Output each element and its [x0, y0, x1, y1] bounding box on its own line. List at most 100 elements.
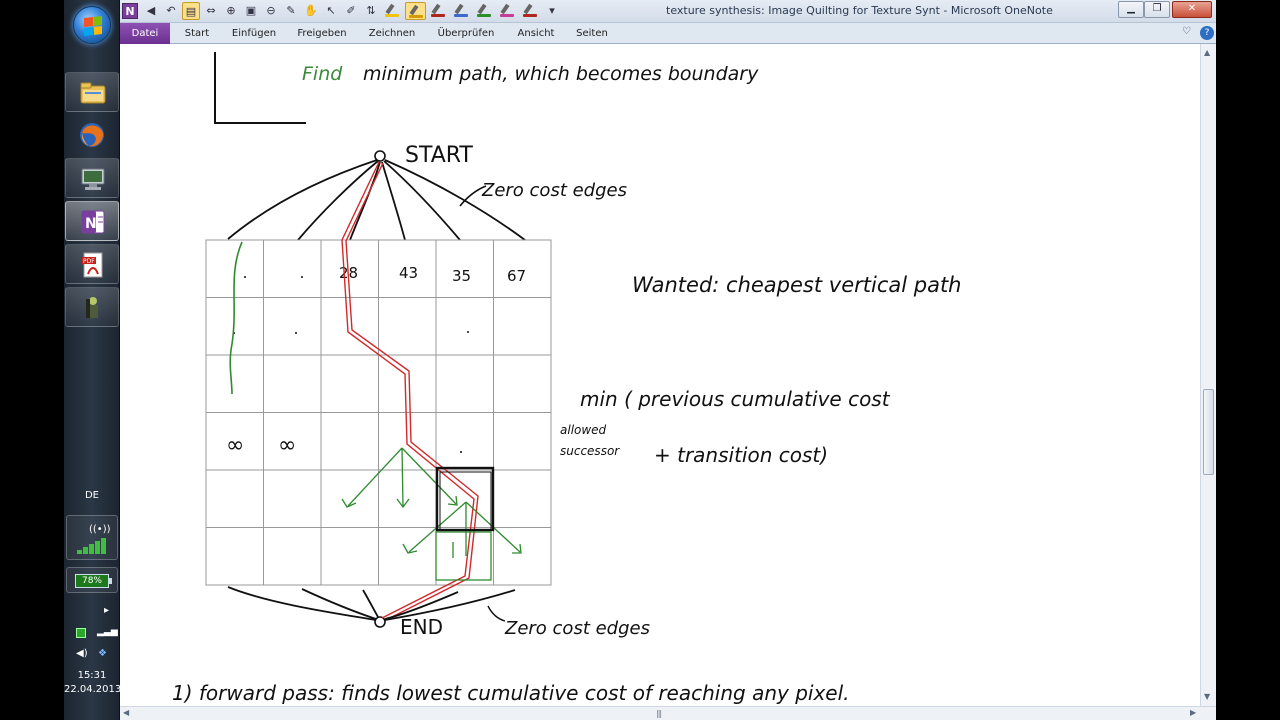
taskbar: N PDF DE ((•)) 78% ▸ ▂▃▅ ◀) ❖ 15:31 22.0…	[64, 0, 122, 720]
horizontal-scroll-grip[interactable]: |||	[656, 709, 662, 718]
tab-seiten[interactable]: Seiten	[572, 23, 612, 44]
minimize-button[interactable]: ▁	[1118, 1, 1144, 18]
screen: N PDF DE ((•)) 78% ▸ ▂▃▅ ◀) ❖ 15:31 22.0…	[0, 0, 1280, 720]
pen-color-7-icon[interactable]	[520, 2, 541, 20]
horizontal-scrollbar[interactable]: ◀ ||| ▶	[120, 706, 1216, 720]
page-icon[interactable]: ▣	[242, 2, 260, 20]
scroll-right-icon[interactable]: ▶	[1190, 708, 1196, 717]
cell-value-67: 67	[507, 267, 526, 285]
taskbar-pdf-button[interactable]: PDF	[65, 244, 119, 284]
insert-space-icon[interactable]: ⇅	[362, 2, 380, 20]
quick-access-toolbar: ◀ ↶ ▤ ⇔ ⊕ ▣ ⊖ ✎ ✋ ↖ ✐ ⇅ ▾	[142, 2, 561, 21]
green-path	[229, 241, 243, 395]
window-title: texture synthesis: Image Quilting for Te…	[666, 4, 1053, 17]
maximize-button[interactable]: ❐	[1144, 1, 1170, 18]
note-text-find: Find	[302, 63, 343, 85]
vertical-scroll-thumb[interactable]	[1203, 389, 1214, 475]
allowed-label: allowed	[560, 423, 607, 437]
taskbar-firefox-button[interactable]	[65, 115, 119, 155]
cell-value-43: 43	[399, 264, 418, 282]
taskbar-app-button[interactable]	[65, 287, 119, 327]
page-view-icon[interactable]: ▤	[182, 2, 200, 20]
dock-icon[interactable]: ⇔	[202, 2, 220, 20]
cell-infinity-2: ∞	[278, 433, 296, 458]
note-page[interactable]: Find minimum path, which becomes boundar…	[120, 44, 1200, 706]
zero-cost-bottom-label: Zero cost edges	[504, 618, 650, 639]
ribbon-collapse-icon[interactable]: ♡	[1182, 26, 1191, 37]
pen-color-4-icon[interactable]	[451, 2, 472, 20]
network-tray[interactable]: ((•))	[66, 515, 118, 560]
tab-ueberpruefen[interactable]: Überprüfen	[432, 23, 500, 44]
app-figure-icon	[86, 297, 98, 318]
onenote-icon: N	[81, 210, 105, 234]
end-node	[374, 616, 386, 628]
close-button[interactable]: ✕	[1172, 1, 1212, 18]
tab-ansicht[interactable]: Ansicht	[510, 23, 562, 44]
pen-color-5-icon[interactable]	[474, 2, 495, 20]
svg-text:((•)): ((•))	[89, 524, 111, 535]
taskbar-monitor-button[interactable]	[65, 158, 119, 198]
firefox-icon	[80, 123, 104, 147]
clock-time: 15:31	[77, 670, 107, 681]
scroll-left-icon[interactable]: ◀	[123, 708, 129, 717]
network-signal-icon: ((•))	[77, 524, 111, 554]
language-indicator[interactable]: DE	[64, 490, 120, 501]
pen-color-6-icon[interactable]	[497, 2, 518, 20]
video-right-border	[1216, 0, 1280, 720]
tray-expand-icon[interactable]: ▸	[104, 605, 109, 616]
folder-icon	[80, 82, 106, 104]
cell-value-35: 35	[452, 267, 471, 285]
pointer-bottom	[487, 605, 506, 622]
start-label: START	[405, 143, 473, 168]
end-zero-cost-edges	[227, 586, 516, 621]
successor-arrows-lower	[402, 501, 522, 581]
undo-icon[interactable]: ↶	[162, 2, 180, 20]
tab-freigeben[interactable]: Freigeben	[292, 23, 352, 44]
pen-color-1-icon[interactable]	[382, 2, 403, 20]
help-icon[interactable]: ?	[1200, 26, 1214, 40]
tab-einfuegen[interactable]: Einfügen	[226, 23, 282, 44]
zoom-out-icon[interactable]: ⊖	[262, 2, 280, 20]
cell-infinity-1: ∞	[226, 433, 244, 458]
svg-text:PDF: PDF	[83, 258, 95, 265]
dropbox-icon[interactable]: ❖	[98, 648, 107, 659]
onenote-window: N ◀ ↶ ▤ ⇔ ⊕ ▣ ⊖ ✎ ✋ ↖ ✐ ⇅ ▾ texture synt…	[120, 0, 1216, 720]
pen-color-3-icon[interactable]	[428, 2, 449, 20]
battery-tray[interactable]: 78%	[66, 567, 118, 593]
back-icon[interactable]: ◀	[142, 2, 160, 20]
onenote-app-icon[interactable]: N	[122, 3, 138, 19]
tray-signal-icon[interactable]: ▂▃▅	[97, 627, 118, 637]
monitor-icon	[81, 168, 105, 190]
tray-green-app-icon[interactable]	[76, 628, 86, 638]
pen-color-2-icon[interactable]	[405, 2, 426, 20]
highlighter-tool-icon[interactable]: ✐	[342, 2, 360, 20]
min-formula-line-1: min ( previous cumulative cost	[580, 387, 891, 411]
svg-text:N: N	[85, 216, 97, 232]
clock-date: 22.04.2013	[64, 684, 122, 695]
zero-cost-top-label: Zero cost edges	[481, 180, 627, 201]
pan-hand-icon[interactable]: ✋	[302, 2, 320, 20]
ink-canvas: Find minimum path, which becomes boundar…	[172, 52, 962, 705]
lasso-icon[interactable]: ↖	[322, 2, 340, 20]
wanted-text: Wanted: cheapest vertical path	[632, 273, 962, 297]
volume-icon[interactable]: ◀)	[76, 648, 88, 659]
zoom-in-icon[interactable]: ⊕	[222, 2, 240, 20]
taskbar-onenote-button[interactable]: N	[65, 201, 119, 241]
tab-start[interactable]: Start	[178, 23, 216, 44]
clock[interactable]: 15:31 22.04.2013	[64, 669, 122, 697]
tab-zeichnen[interactable]: Zeichnen	[362, 23, 422, 44]
start-zero-cost-edges	[227, 159, 526, 241]
step-1-text: 1) forward pass: finds lowest cumulative…	[172, 681, 850, 705]
battery-icon: 78%	[75, 574, 112, 588]
scroll-up-icon[interactable]: ▲	[1204, 48, 1210, 57]
tab-datei[interactable]: Datei	[120, 23, 170, 44]
customize-toolbar-icon[interactable]: ▾	[543, 2, 561, 20]
vertical-scrollbar[interactable]: ▲ ▼	[1200, 44, 1216, 706]
taskbar-explorer-button[interactable]	[65, 72, 119, 112]
windows-logo-icon	[84, 16, 102, 36]
start-orb-button[interactable]	[73, 6, 111, 44]
pdf-icon: PDF	[82, 252, 103, 278]
ink-erase-icon[interactable]: ✎	[282, 2, 300, 20]
scroll-down-icon[interactable]: ▼	[1204, 692, 1210, 701]
box-outline	[214, 52, 306, 124]
